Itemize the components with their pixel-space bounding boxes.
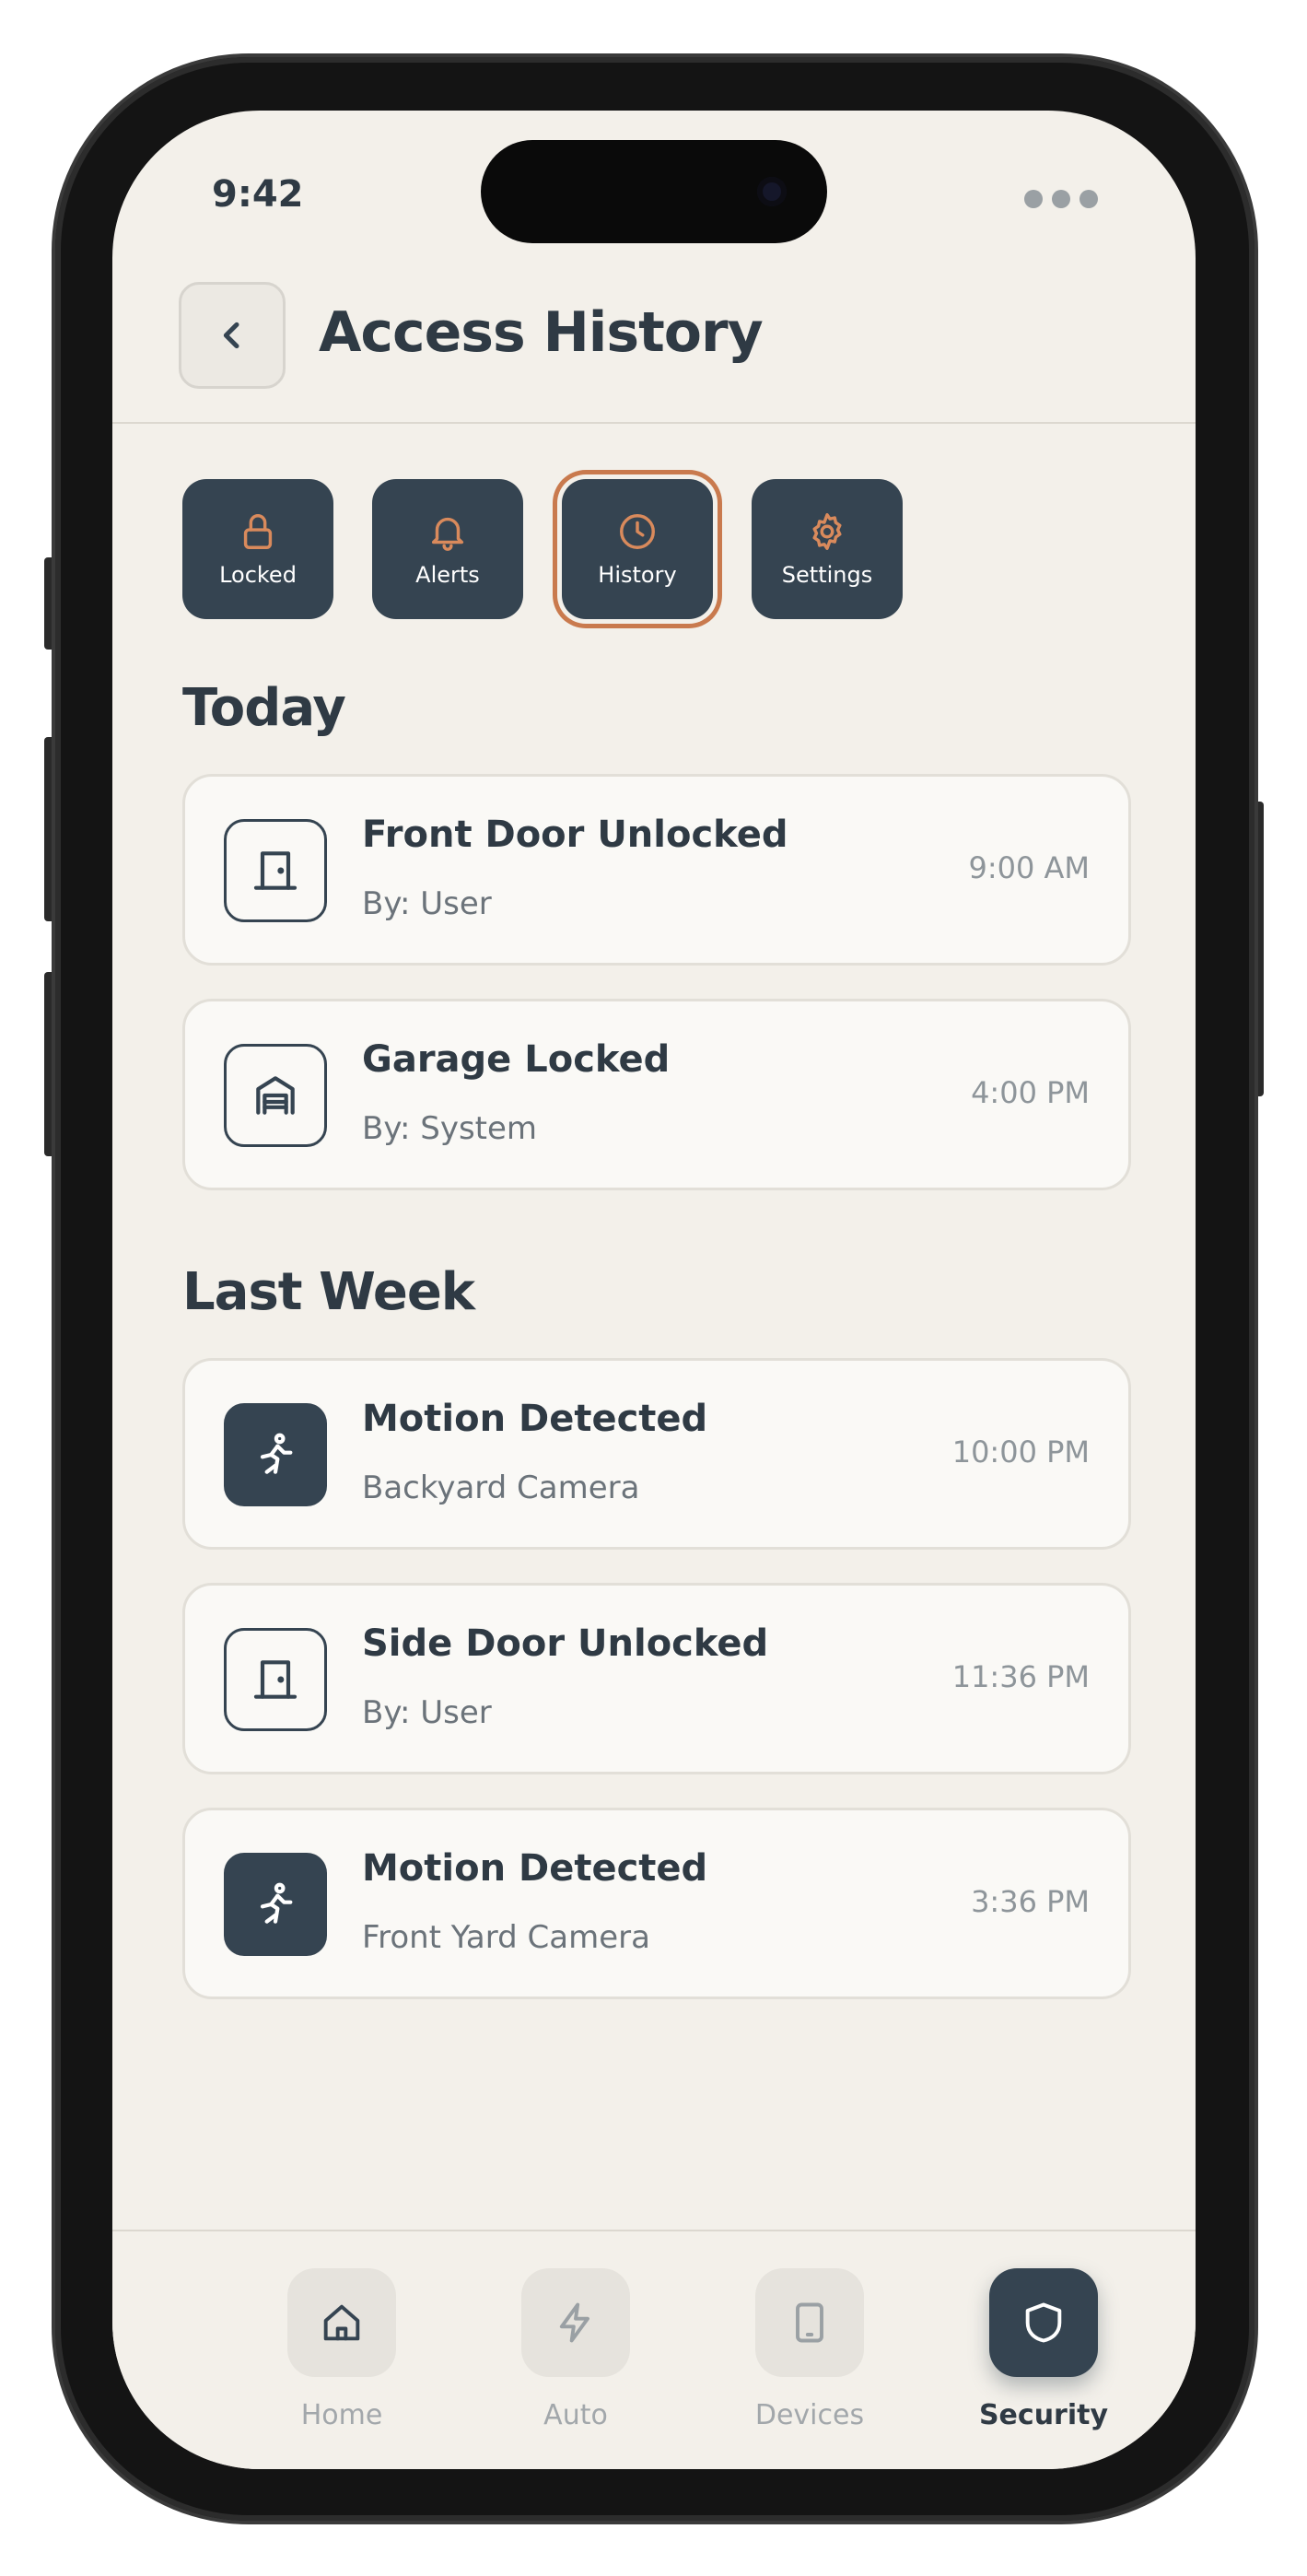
shield-icon (1025, 2302, 1062, 2343)
door-icon (224, 1628, 327, 1731)
history-event-card[interactable]: Motion Detected Front Yard Camera 3:36 P… (182, 1808, 1131, 1999)
running-person-icon (224, 1403, 327, 1506)
event-title: Front Door Unlocked (362, 814, 788, 856)
clock-icon (620, 514, 655, 549)
status-more-icon (1024, 190, 1098, 208)
event-title: Side Door Unlocked (362, 1622, 769, 1665)
running-person-icon (224, 1853, 327, 1956)
event-time: 9:00 AM (968, 850, 1090, 885)
phone-device-icon (796, 2302, 823, 2343)
event-title: Motion Detected (362, 1847, 708, 1890)
event-time: 4:00 PM (971, 1075, 1090, 1110)
event-time: 3:36 PM (971, 1884, 1090, 1919)
home-icon (323, 2304, 360, 2341)
event-time: 10:00 PM (951, 1434, 1090, 1469)
page-title: Access History (319, 300, 764, 365)
nav-devices[interactable]: Devices (731, 2268, 888, 2431)
history-event-card[interactable]: Side Door Unlocked By: User 11:36 PM (182, 1583, 1131, 1774)
garage-icon (224, 1044, 327, 1147)
gear-icon (812, 513, 842, 550)
app-screen: 9:42 Access History Locked Alerts Histor… (112, 111, 1196, 2469)
tab-label: Locked (219, 562, 297, 588)
nav-label: Auto (543, 2399, 608, 2431)
tab-locked[interactable]: Locked (182, 479, 333, 619)
tab-settings[interactable]: Settings (752, 479, 903, 619)
dynamic-island (481, 140, 827, 243)
tab-alerts[interactable]: Alerts (372, 479, 523, 619)
door-icon (224, 819, 327, 922)
lightning-icon (559, 2302, 589, 2343)
status-time: 9:42 (212, 173, 304, 216)
nav-auto[interactable]: Auto (497, 2268, 654, 2431)
tab-label: Settings (781, 562, 873, 588)
bell-icon (431, 517, 464, 551)
section-title-last-week: Last Week (182, 1262, 475, 1322)
chevron-left-icon (223, 322, 239, 349)
section-title-today: Today (182, 678, 346, 738)
camera-icon (757, 177, 787, 206)
nav-label: Security (978, 2399, 1109, 2431)
tab-label: History (598, 562, 677, 588)
nav-security[interactable]: Security (965, 2268, 1122, 2431)
history-event-card[interactable]: Front Door Unlocked By: User 9:00 AM (182, 774, 1131, 966)
nav-home[interactable]: Home (263, 2268, 420, 2431)
event-subtitle: By: System (362, 1110, 538, 1147)
event-subtitle: Backyard Camera (362, 1469, 640, 1506)
history-event-card[interactable]: Garage Locked By: System 4:00 PM (182, 999, 1131, 1190)
nav-label: Devices (754, 2399, 865, 2431)
filter-tabs: Locked Alerts History Settings (182, 479, 903, 619)
event-title: Garage Locked (362, 1038, 671, 1081)
event-subtitle: Front Yard Camera (362, 1919, 650, 1956)
lock-icon (243, 514, 273, 549)
tab-history[interactable]: History (562, 479, 713, 619)
back-button[interactable] (179, 282, 286, 389)
event-title: Motion Detected (362, 1398, 708, 1440)
tab-label: Alerts (415, 562, 480, 588)
event-subtitle: By: User (362, 885, 492, 922)
event-time: 11:36 PM (951, 1659, 1090, 1694)
history-event-card[interactable]: Motion Detected Backyard Camera 10:00 PM (182, 1358, 1131, 1550)
nav-label: Home (300, 2399, 383, 2431)
event-subtitle: By: User (362, 1694, 492, 1731)
